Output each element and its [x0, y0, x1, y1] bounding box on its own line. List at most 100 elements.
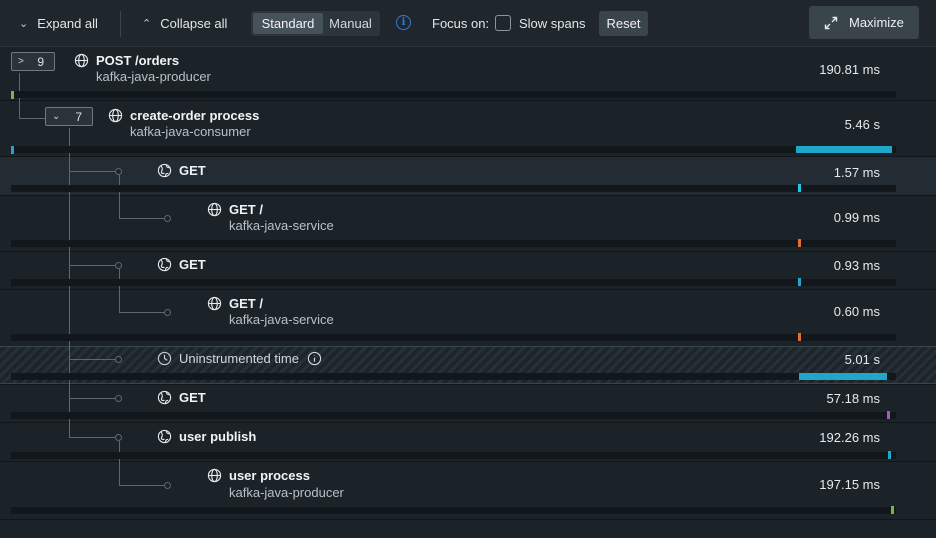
tree-node [115, 434, 122, 441]
span-duration: 57.18 ms [826, 391, 880, 406]
toolbar-divider [120, 11, 121, 37]
span-row-user-process[interactable]: user process [207, 468, 310, 483]
span-bar [798, 278, 801, 286]
span-duration: 5.01 s [844, 352, 880, 367]
span-service: kafka-java-service [229, 218, 334, 233]
globe-icon [108, 108, 123, 123]
tree-line [119, 485, 166, 486]
trace-toolbar: ⌄ Expand all ⌃ Collapse all Standard Man… [0, 0, 936, 47]
span-bar [798, 239, 801, 247]
expand-children-button[interactable]: > 9 [11, 52, 55, 71]
chevron-right-icon: > [18, 56, 24, 67]
maximize-button[interactable]: Maximize [809, 6, 919, 39]
tree-line [69, 398, 117, 399]
tree-line [69, 171, 117, 172]
span-timeline [11, 185, 896, 192]
span-name: user publish [179, 429, 257, 444]
span-bar [798, 333, 801, 341]
view-mode-toggle: Standard Manual [251, 11, 380, 36]
chevron-up-icon: ⌃ [142, 18, 152, 30]
row-divider [0, 519, 936, 520]
span-timeline [11, 373, 896, 380]
reset-button[interactable]: Reset [599, 11, 648, 36]
span-row-user-publish[interactable]: user publish [157, 429, 256, 444]
maximize-icon [824, 16, 838, 29]
span-duration: 0.60 ms [833, 304, 880, 319]
span-name: GET / [229, 202, 263, 217]
span-service: kafka-java-producer [229, 485, 344, 500]
info-icon[interactable] [307, 351, 322, 366]
tree-node [115, 395, 122, 402]
span-row-get-root[interactable]: GET / [207, 202, 263, 217]
span-row-get-root[interactable]: GET / [207, 296, 263, 311]
span-duration: 192.26 ms [819, 430, 880, 445]
collapse-all-button[interactable]: ⌃ Collapse all [142, 16, 227, 31]
expand-all-button[interactable]: ⌄ Expand all [19, 16, 98, 31]
span-timeline [11, 146, 896, 153]
globe-crossed-icon [157, 429, 172, 444]
row-divider [0, 461, 936, 462]
span-row-create-order-process[interactable]: create-order process [108, 108, 259, 123]
span-duration: 0.99 ms [833, 210, 880, 225]
row-divider [0, 195, 936, 196]
tree-line [119, 175, 120, 218]
tree-line [119, 269, 120, 312]
slow-spans-checkbox[interactable] [495, 15, 511, 31]
tree-node [164, 482, 171, 489]
collapse-children-button[interactable]: ⌄ 7 [45, 107, 93, 126]
tree-line [19, 118, 45, 119]
span-name: GET [179, 390, 206, 405]
span-row-get[interactable]: GET [157, 390, 206, 405]
tree-line [69, 265, 117, 266]
span-name: GET [179, 163, 206, 178]
slow-spans-label[interactable]: Slow spans [519, 16, 585, 31]
view-manual-button[interactable]: Manual [323, 13, 378, 34]
tree-node [164, 215, 171, 222]
globe-crossed-icon [157, 257, 172, 272]
span-duration: 5.46 s [844, 117, 880, 132]
span-bar [799, 373, 887, 380]
globe-icon [207, 468, 222, 483]
expand-all-label: Expand all [37, 16, 98, 31]
span-timeline [11, 91, 896, 98]
span-row-uninstrumented[interactable]: Uninstrumented time [157, 351, 322, 366]
tree-line [119, 312, 166, 313]
span-bar [798, 184, 801, 192]
span-name: create-order process [130, 108, 260, 123]
globe-icon [74, 53, 89, 68]
span-row-post-orders[interactable]: POST /orders [74, 53, 179, 68]
row-divider [0, 422, 936, 423]
span-name: user process [229, 468, 310, 483]
span-duration: 197.15 ms [819, 477, 880, 492]
span-duration: 1.57 ms [833, 165, 880, 180]
span-name: GET [179, 257, 206, 272]
chevron-down-icon: ⌄ [19, 18, 29, 30]
tree-line [69, 359, 117, 360]
span-row-get[interactable]: GET [157, 257, 206, 272]
span-duration: 0.93 ms [833, 258, 880, 273]
span-bar [796, 146, 892, 153]
span-duration: 190.81 ms [819, 62, 880, 77]
span-timeline [11, 240, 896, 247]
row-divider [0, 384, 936, 385]
tree-node [115, 168, 122, 175]
globe-crossed-icon [157, 163, 172, 178]
children-count: 7 [75, 109, 82, 124]
span-timeline [11, 334, 896, 341]
globe-icon [207, 296, 222, 311]
span-row-get[interactable]: GET [157, 163, 206, 178]
row-divider [0, 251, 936, 252]
info-icon[interactable]: i [396, 15, 411, 30]
globe-icon [207, 202, 222, 217]
view-standard-button[interactable]: Standard [253, 13, 323, 34]
row-divider [0, 100, 936, 101]
row-divider [0, 156, 936, 157]
span-name: Uninstrumented time [179, 351, 299, 366]
collapse-all-label: Collapse all [160, 16, 228, 31]
span-service: kafka-java-producer [96, 69, 211, 84]
span-service: kafka-java-service [229, 312, 334, 327]
span-timeline [11, 452, 896, 459]
children-count: 9 [37, 54, 44, 69]
tree-node [115, 356, 122, 363]
span-bar [891, 506, 894, 514]
